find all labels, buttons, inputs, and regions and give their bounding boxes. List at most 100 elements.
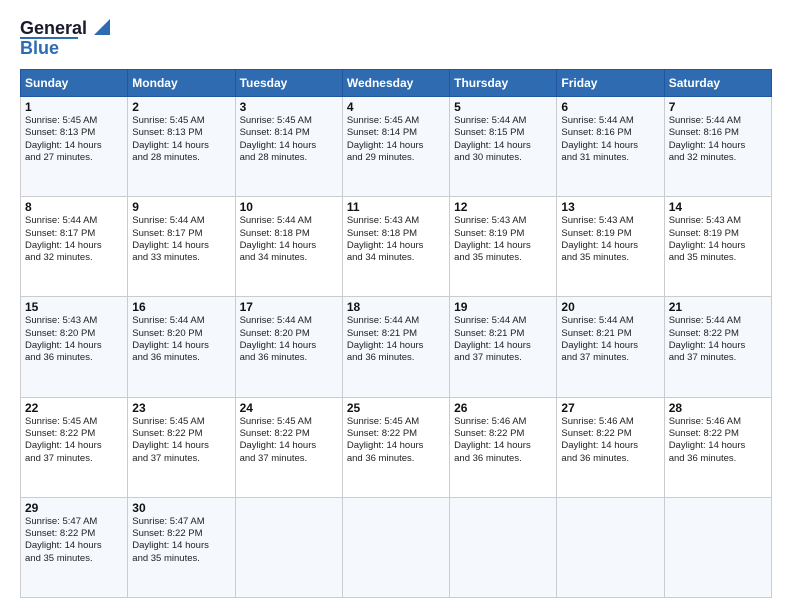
cell-info: Sunrise: 5:47 AMSunset: 8:22 PMDaylight:… [25,516,102,564]
calendar-weekday-monday: Monday [128,70,235,97]
calendar-cell: 12Sunrise: 5:43 AMSunset: 8:19 PMDayligh… [450,197,557,297]
calendar-cell: 3Sunrise: 5:45 AMSunset: 8:14 PMDaylight… [235,97,342,197]
calendar-cell [342,497,449,597]
calendar-week-row: 8Sunrise: 5:44 AMSunset: 8:17 PMDaylight… [21,197,772,297]
calendar-cell: 7Sunrise: 5:44 AMSunset: 8:16 PMDaylight… [664,97,771,197]
cell-info: Sunrise: 5:44 AMSunset: 8:16 PMDaylight:… [669,115,746,163]
day-number: 11 [347,200,445,214]
calendar-cell: 26Sunrise: 5:46 AMSunset: 8:22 PMDayligh… [450,397,557,497]
page: General Blue SundayMondayTuesdayWednesda… [0,0,792,612]
day-number: 27 [561,401,659,415]
calendar-cell [664,497,771,597]
cell-info: Sunrise: 5:44 AMSunset: 8:17 PMDaylight:… [25,215,102,263]
cell-info: Sunrise: 5:43 AMSunset: 8:19 PMDaylight:… [561,215,638,263]
day-number: 20 [561,300,659,314]
day-number: 16 [132,300,230,314]
calendar-cell: 1Sunrise: 5:45 AMSunset: 8:13 PMDaylight… [21,97,128,197]
calendar-cell: 16Sunrise: 5:44 AMSunset: 8:20 PMDayligh… [128,297,235,397]
cell-info: Sunrise: 5:44 AMSunset: 8:15 PMDaylight:… [454,115,531,163]
cell-info: Sunrise: 5:43 AMSunset: 8:19 PMDaylight:… [454,215,531,263]
day-number: 10 [240,200,338,214]
calendar-cell: 17Sunrise: 5:44 AMSunset: 8:20 PMDayligh… [235,297,342,397]
calendar-cell: 15Sunrise: 5:43 AMSunset: 8:20 PMDayligh… [21,297,128,397]
calendar-cell: 18Sunrise: 5:44 AMSunset: 8:21 PMDayligh… [342,297,449,397]
cell-info: Sunrise: 5:43 AMSunset: 8:18 PMDaylight:… [347,215,424,263]
calendar-cell [450,497,557,597]
calendar-table: SundayMondayTuesdayWednesdayThursdayFrid… [20,69,772,598]
calendar-weekday-wednesday: Wednesday [342,70,449,97]
calendar-cell: 19Sunrise: 5:44 AMSunset: 8:21 PMDayligh… [450,297,557,397]
calendar-cell: 6Sunrise: 5:44 AMSunset: 8:16 PMDaylight… [557,97,664,197]
calendar-cell: 29Sunrise: 5:47 AMSunset: 8:22 PMDayligh… [21,497,128,597]
cell-info: Sunrise: 5:46 AMSunset: 8:22 PMDaylight:… [561,416,638,464]
cell-info: Sunrise: 5:43 AMSunset: 8:19 PMDaylight:… [669,215,746,263]
day-number: 14 [669,200,767,214]
day-number: 6 [561,100,659,114]
cell-info: Sunrise: 5:44 AMSunset: 8:20 PMDaylight:… [240,315,317,363]
calendar-cell: 14Sunrise: 5:43 AMSunset: 8:19 PMDayligh… [664,197,771,297]
cell-info: Sunrise: 5:45 AMSunset: 8:13 PMDaylight:… [25,115,102,163]
cell-info: Sunrise: 5:46 AMSunset: 8:22 PMDaylight:… [669,416,746,464]
day-number: 26 [454,401,552,415]
day-number: 22 [25,401,123,415]
calendar-cell: 9Sunrise: 5:44 AMSunset: 8:17 PMDaylight… [128,197,235,297]
day-number: 28 [669,401,767,415]
calendar-weekday-friday: Friday [557,70,664,97]
cell-info: Sunrise: 5:45 AMSunset: 8:13 PMDaylight:… [132,115,209,163]
day-number: 25 [347,401,445,415]
cell-info: Sunrise: 5:45 AMSunset: 8:14 PMDaylight:… [347,115,424,163]
logo-icon [88,19,110,37]
day-number: 4 [347,100,445,114]
day-number: 1 [25,100,123,114]
calendar-cell [557,497,664,597]
calendar-cell: 30Sunrise: 5:47 AMSunset: 8:22 PMDayligh… [128,497,235,597]
calendar-cell: 25Sunrise: 5:45 AMSunset: 8:22 PMDayligh… [342,397,449,497]
calendar-weekday-thursday: Thursday [450,70,557,97]
cell-info: Sunrise: 5:44 AMSunset: 8:21 PMDaylight:… [454,315,531,363]
cell-info: Sunrise: 5:45 AMSunset: 8:22 PMDaylight:… [347,416,424,464]
day-number: 18 [347,300,445,314]
calendar-weekday-tuesday: Tuesday [235,70,342,97]
cell-info: Sunrise: 5:44 AMSunset: 8:22 PMDaylight:… [669,315,746,363]
day-number: 29 [25,501,123,515]
calendar-cell: 8Sunrise: 5:44 AMSunset: 8:17 PMDaylight… [21,197,128,297]
cell-info: Sunrise: 5:45 AMSunset: 8:22 PMDaylight:… [132,416,209,464]
day-number: 2 [132,100,230,114]
calendar-weekday-sunday: Sunday [21,70,128,97]
cell-info: Sunrise: 5:44 AMSunset: 8:20 PMDaylight:… [132,315,209,363]
day-number: 24 [240,401,338,415]
day-number: 19 [454,300,552,314]
cell-info: Sunrise: 5:43 AMSunset: 8:20 PMDaylight:… [25,315,102,363]
day-number: 8 [25,200,123,214]
calendar-cell: 21Sunrise: 5:44 AMSunset: 8:22 PMDayligh… [664,297,771,397]
cell-info: Sunrise: 5:45 AMSunset: 8:14 PMDaylight:… [240,115,317,163]
calendar-weekday-saturday: Saturday [664,70,771,97]
calendar-cell: 23Sunrise: 5:45 AMSunset: 8:22 PMDayligh… [128,397,235,497]
cell-info: Sunrise: 5:44 AMSunset: 8:16 PMDaylight:… [561,115,638,163]
logo-blue-text: Blue [20,38,59,59]
calendar-cell: 27Sunrise: 5:46 AMSunset: 8:22 PMDayligh… [557,397,664,497]
calendar-cell: 24Sunrise: 5:45 AMSunset: 8:22 PMDayligh… [235,397,342,497]
calendar-cell: 22Sunrise: 5:45 AMSunset: 8:22 PMDayligh… [21,397,128,497]
calendar-cell: 4Sunrise: 5:45 AMSunset: 8:14 PMDaylight… [342,97,449,197]
calendar-header-row: SundayMondayTuesdayWednesdayThursdayFrid… [21,70,772,97]
day-number: 30 [132,501,230,515]
day-number: 5 [454,100,552,114]
cell-info: Sunrise: 5:45 AMSunset: 8:22 PMDaylight:… [25,416,102,464]
day-number: 7 [669,100,767,114]
calendar-week-row: 1Sunrise: 5:45 AMSunset: 8:13 PMDaylight… [21,97,772,197]
cell-info: Sunrise: 5:44 AMSunset: 8:18 PMDaylight:… [240,215,317,263]
cell-info: Sunrise: 5:45 AMSunset: 8:22 PMDaylight:… [240,416,317,464]
calendar-week-row: 22Sunrise: 5:45 AMSunset: 8:22 PMDayligh… [21,397,772,497]
cell-info: Sunrise: 5:46 AMSunset: 8:22 PMDaylight:… [454,416,531,464]
day-number: 23 [132,401,230,415]
calendar-cell: 5Sunrise: 5:44 AMSunset: 8:15 PMDaylight… [450,97,557,197]
day-number: 3 [240,100,338,114]
day-number: 13 [561,200,659,214]
calendar-body: 1Sunrise: 5:45 AMSunset: 8:13 PMDaylight… [21,97,772,598]
cell-info: Sunrise: 5:44 AMSunset: 8:17 PMDaylight:… [132,215,209,263]
day-number: 12 [454,200,552,214]
calendar-cell: 28Sunrise: 5:46 AMSunset: 8:22 PMDayligh… [664,397,771,497]
day-number: 15 [25,300,123,314]
cell-info: Sunrise: 5:44 AMSunset: 8:21 PMDaylight:… [347,315,424,363]
